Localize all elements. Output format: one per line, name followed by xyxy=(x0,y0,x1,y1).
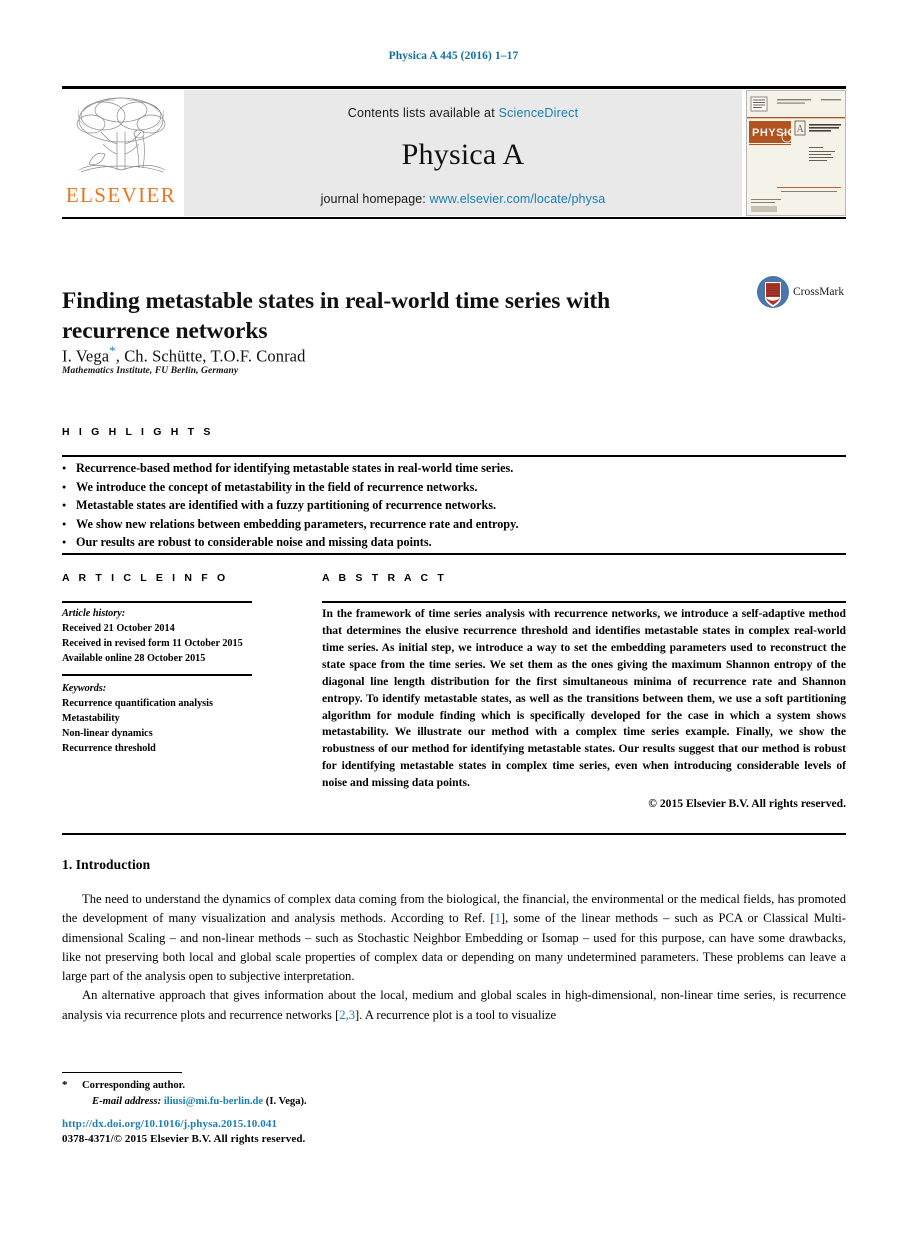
body-text: The need to understand the dynamics of c… xyxy=(62,890,846,1025)
email-owner: (I. Vega). xyxy=(265,1095,307,1107)
email-line: E-mail address: iliusi@mi.fu-berlin.de (… xyxy=(62,1094,562,1110)
list-item: Our results are robust to considerable n… xyxy=(62,533,762,552)
journal-masthead: ELSEVIER Contents lists available at Sci… xyxy=(62,86,846,219)
keywords-rule xyxy=(62,674,252,676)
article-info-rule xyxy=(62,601,252,603)
masthead-top-rule xyxy=(62,86,846,89)
abstract-text: In the framework of time series analysis… xyxy=(322,607,846,790)
email-link[interactable]: iliusi@mi.fu-berlin.de xyxy=(164,1096,263,1107)
crossmark-badge[interactable]: CrossMark xyxy=(756,272,848,312)
cover-artwork: PHYSICA A xyxy=(747,91,845,215)
abstract-rule xyxy=(322,601,846,603)
contents-available-line: Contents lists available at ScienceDirec… xyxy=(348,106,579,120)
history-received: Received 21 October 2014 xyxy=(62,623,175,635)
list-item: Recurrence-based method for identifying … xyxy=(62,459,762,478)
paragraph: An alternative approach that gives infor… xyxy=(62,986,846,1025)
info-abstract-bottom-rule xyxy=(62,833,846,835)
keyword-item: Recurrence quantification analysis xyxy=(62,698,213,710)
list-item: We show new relations between embedding … xyxy=(62,515,762,534)
masthead-bottom-rule xyxy=(62,217,846,219)
abstract-heading: A B S T R A C T xyxy=(322,572,447,584)
info-abstract-top-rule xyxy=(62,553,846,555)
list-item: Metastable states are identified with a … xyxy=(62,496,762,515)
keywords-block: Keywords: Recurrence quantification anal… xyxy=(62,681,262,756)
elsevier-logo: ELSEVIER xyxy=(62,90,180,216)
corresponding-author-marker[interactable]: * xyxy=(109,343,116,358)
elsevier-tree-icon xyxy=(76,97,166,173)
keywords-title: Keywords: xyxy=(62,683,107,694)
page-title: Finding metastable states in real-world … xyxy=(62,287,611,344)
journal-title: Physica A xyxy=(401,138,525,171)
email-label: E-mail address: xyxy=(92,1095,162,1107)
section-heading-introduction: 1. Introduction xyxy=(62,857,151,872)
crossmark-label: CrossMark xyxy=(793,286,845,298)
footnote-rule xyxy=(62,1072,182,1073)
paragraph: The need to understand the dynamics of c… xyxy=(62,890,846,986)
highlights-heading: H I G H L I G H T S xyxy=(62,426,214,438)
list-item: We introduce the concept of metastabilit… xyxy=(62,478,762,497)
history-online: Available online 28 October 2015 xyxy=(62,653,206,665)
footnote-star-marker: * xyxy=(62,1079,68,1091)
elsevier-wordmark: ELSEVIER xyxy=(65,183,177,207)
contents-prefix: Contents lists available at xyxy=(347,106,495,120)
reference-link-2-3[interactable]: 2,3 xyxy=(339,1008,355,1022)
article-info-heading: A R T I C L E I N F O xyxy=(62,572,229,584)
homepage-prefix: journal homepage: xyxy=(320,192,426,206)
author-corresponding: I. Vega xyxy=(62,346,110,366)
affiliation: Mathematics Institute, FU Berlin, German… xyxy=(62,366,239,376)
svg-text:A: A xyxy=(797,124,805,135)
journal-band: Contents lists available at ScienceDirec… xyxy=(184,90,742,216)
journal-homepage-link[interactable]: www.elsevier.com/locate/physa xyxy=(429,192,605,206)
highlights-list: Recurrence-based method for identifying … xyxy=(62,459,762,552)
crossmark-icon xyxy=(757,276,789,308)
keyword-item: Non-linear dynamics xyxy=(62,728,153,740)
keyword-item: Metastability xyxy=(62,713,120,725)
journal-cover-thumbnail: PHYSICA A xyxy=(746,90,846,216)
paragraph-2-part-b: ]. A recurrence plot is a tool to visual… xyxy=(355,1007,557,1022)
keyword-item: Recurrence threshold xyxy=(62,743,156,755)
author-rest: , Ch. Schütte, T.O.F. Conrad xyxy=(115,346,306,366)
corresponding-text: Corresponding author. xyxy=(82,1080,186,1091)
author-list: I. Vega*, Ch. Schütte, T.O.F. Conrad xyxy=(62,343,762,367)
paper-page: Physica A 445 (2016) 1–17 ELSEVIER Conte… xyxy=(0,0,907,1238)
issn-copyright: 0378-4371/© 2015 Elsevier B.V. All right… xyxy=(62,1133,306,1145)
footnote-corresponding-author: * Corresponding author. E-mail address: … xyxy=(62,1078,562,1110)
journal-homepage-line: journal homepage: www.elsevier.com/locat… xyxy=(321,192,606,206)
history-revised: Received in revised form 11 October 2015 xyxy=(62,638,243,650)
article-history-title: Article history: xyxy=(62,608,126,619)
highlights-rule xyxy=(62,455,846,457)
sciencedirect-link[interactable]: ScienceDirect xyxy=(499,106,579,120)
article-history: Article history: Received 21 October 201… xyxy=(62,606,262,666)
abstract-copyright: © 2015 Elsevier B.V. All rights reserved… xyxy=(648,797,846,810)
corresponding-line: * Corresponding author. xyxy=(62,1078,562,1094)
running-head: Physica A 445 (2016) 1–17 xyxy=(388,50,519,62)
doi-link[interactable]: http://dx.doi.org/10.1016/j.physa.2015.1… xyxy=(62,1118,277,1130)
